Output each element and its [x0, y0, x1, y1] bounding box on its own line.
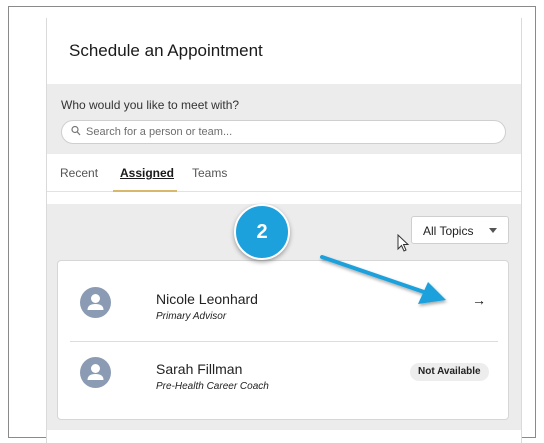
mouse-cursor-icon — [397, 234, 410, 252]
step-number-badge: 2 — [234, 204, 290, 260]
